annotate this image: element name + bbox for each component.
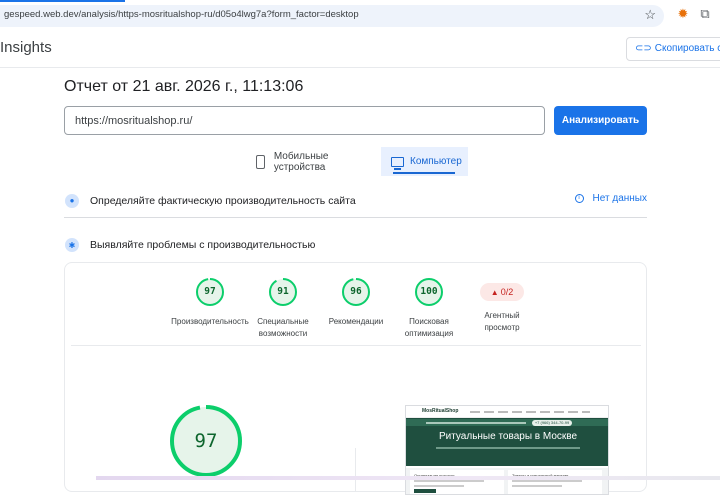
score-gauge: 100 [414,277,444,307]
tab-loading-indicator [0,0,125,2]
address-bar[interactable]: gespeed.web.dev/analysis/https-mosritual… [0,5,664,27]
score-label: Поисковая оптимизация [404,317,454,338]
warning-triangle-icon: ▲ [490,288,499,297]
thumb-card: Товары и ритуальный магазин [508,470,602,494]
lab-results-card: 97 Производительность 91 Специальные воз… [64,262,647,495]
gauge-seo[interactable]: 100 Поисковая оптимизация [389,277,469,340]
score-label: Рекомендации [328,317,384,326]
thumb-cards: Организация похорон Товары и ритуальный … [406,468,608,494]
info-icon: i [574,194,584,203]
tab-mobile[interactable]: Мобильные устройства [248,147,380,176]
report-title: Отчет от 21 авг. 2026 г., 11:13:06 [64,78,304,95]
score-value: 96 [350,286,362,297]
gauge-best-practices[interactable]: 96 Рекомендации [316,277,396,328]
score-gauge: 96 [341,277,371,307]
score-label: Специальные возможности [257,317,309,338]
main-score-value: 97 [194,430,218,452]
tab-desktop[interactable]: Компьютер [381,147,468,176]
thumb-card-line [512,480,582,482]
link-icon: ⊂⊃ [635,43,652,54]
analyze-button[interactable]: Анализировать [554,106,647,135]
agentic-value: 0/2 [500,287,514,297]
copy-link-label: Скопировать ссылку [654,43,720,54]
card-divider [71,345,641,346]
browser-toolbar: gespeed.web.dev/analysis/https-mosritual… [0,0,720,30]
field-data-title: Определяйте фактическую производительнос… [90,194,356,207]
app-brand: Insights [0,39,52,56]
thumb-logo: MosRitualShop [422,408,459,414]
thumb-heading: Ритуальные товары в Москве [438,431,578,442]
extensions-puzzle-icon[interactable]: ⧉ [698,6,712,22]
gauge-accessibility[interactable]: 91 Специальные возможности [243,277,323,340]
thumb-strip: +7 (966) 344-70-99 [406,419,608,426]
thumb-card-line [414,485,464,487]
url-input[interactable] [64,106,545,135]
no-data-link[interactable]: i Нет данных [574,193,647,204]
thumb-hero: +7 (966) 344-70-99 Ритуальные товары в М… [406,418,608,466]
bottom-overlay-stripe [96,476,720,480]
score-value: 100 [420,286,438,297]
score-value: 91 [277,286,289,297]
page-screenshot: MosRitualShop +7 (966) 344-70-99 Ритуаль… [405,405,609,495]
thumb-links [470,411,590,413]
active-tab-indicator [393,172,455,174]
score-value: 97 [204,286,216,297]
agentic-label: Агентный просмотр [484,311,520,332]
thumb-card-button [414,489,436,493]
tab-mobile-label: Мобильные устройства [273,150,329,173]
agentic-badge: ▲ 0/2 [480,283,524,301]
tab-desktop-label: Компьютер [410,156,462,167]
lab-data-title: Выявляйте проблемы с производительностью [90,239,316,251]
thumb-strip-text [426,422,526,424]
gauge-agentic[interactable]: ▲ 0/2 Агентный просмотр [462,277,542,334]
lab-flask-icon: ✱ [65,238,79,252]
metrics-separator [355,448,356,492]
smartphone-icon [256,154,265,169]
extension-icon[interactable]: ✹ [676,7,690,21]
address-url: gespeed.web.dev/analysis/https-mosritual… [4,9,359,20]
score-gauge: 97 [195,277,225,307]
thumb-subtext [436,447,580,449]
copy-link-button[interactable]: ⊂⊃Скопировать ссылку [626,37,720,61]
thumb-card-line [414,480,484,482]
no-data-label: Нет данных [592,193,647,204]
thumb-card-line [512,485,562,487]
thumb-card: Организация похорон [410,470,504,494]
thumb-nav: MosRitualShop [406,406,608,418]
field-data-section[interactable]: ● Определяйте фактическую производительн… [64,184,647,218]
lab-data-section[interactable]: ✱ Выявляйте проблемы с производительност… [64,230,647,260]
thumb-phone: +7 (966) 344-70-99 [532,420,572,426]
score-gauge: 91 [268,277,298,307]
monitor-icon [391,156,404,170]
score-label: Производительность [171,317,249,326]
people-icon: ● [65,193,79,208]
app-header: Insights ⊂⊃Скопировать ссылку [0,30,720,68]
bookmark-star-icon[interactable]: ☆ [644,7,656,23]
main-score-gauge: 97 [169,404,243,478]
gauge-performance[interactable]: 97 Производительность [170,277,250,328]
